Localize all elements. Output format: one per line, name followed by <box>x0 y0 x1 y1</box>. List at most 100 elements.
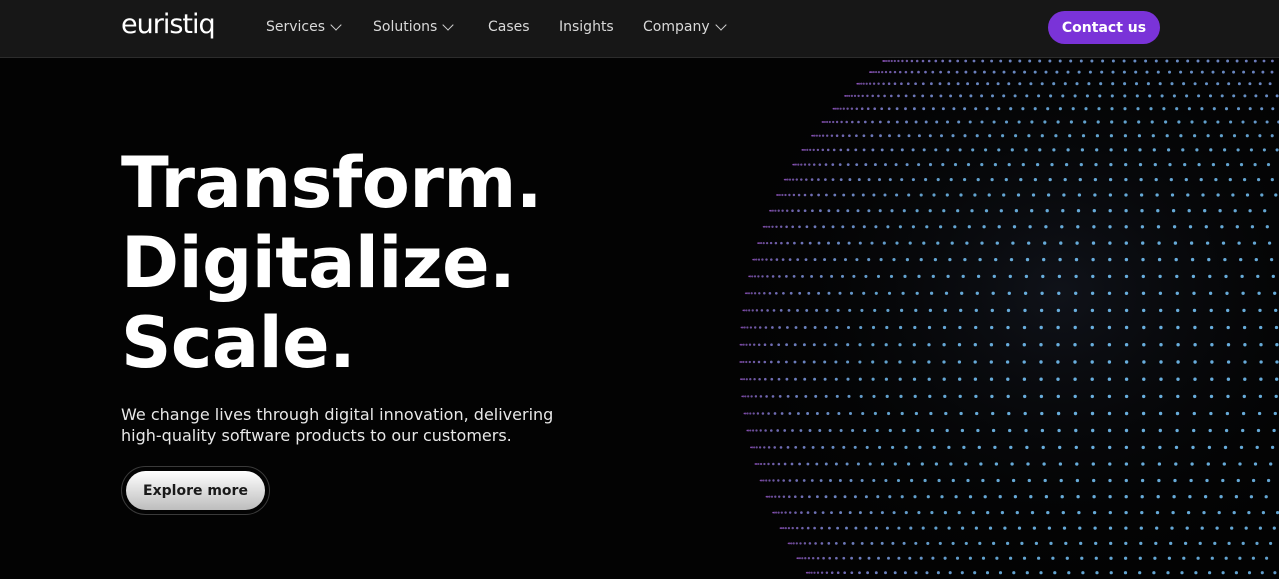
sphere-dot <box>1230 526 1234 530</box>
sphere-dot <box>765 225 768 228</box>
sphere-dot <box>1124 291 1129 295</box>
sphere-dot <box>827 291 831 295</box>
sphere-dot <box>975 291 979 295</box>
sphere-dot <box>1153 556 1157 560</box>
sphere-dot <box>817 178 820 181</box>
sphere-dot <box>857 178 861 182</box>
sphere-dot <box>780 511 783 514</box>
sphere-dot <box>992 120 996 124</box>
sphere-dot <box>966 163 971 167</box>
sphere-dot <box>1073 94 1077 98</box>
sphere-dot <box>1179 134 1183 138</box>
sphere-dot <box>1109 162 1113 167</box>
sphere-dot <box>1124 526 1128 530</box>
sphere-dot <box>795 178 798 181</box>
chevron-down-icon <box>714 18 727 31</box>
sphere-dot <box>1124 241 1128 245</box>
nav-item-services[interactable]: Services <box>266 18 342 35</box>
sphere-dot <box>745 360 748 364</box>
sphere-dot <box>1005 360 1010 364</box>
sphere-dot <box>1042 257 1046 262</box>
sphere-dot <box>782 495 786 498</box>
sphere-dot <box>960 428 965 433</box>
sphere-dot <box>1011 241 1015 245</box>
sphere-dot <box>863 428 867 433</box>
sphere-dot <box>850 556 853 560</box>
sphere-dot <box>862 225 866 229</box>
sphere-dot <box>981 478 985 483</box>
sphere-dot <box>887 107 891 111</box>
sphere-dot <box>838 479 842 482</box>
sphere-dot <box>1015 510 1019 515</box>
sphere-dot <box>761 258 764 261</box>
sphere-dot <box>1108 193 1113 197</box>
sphere-dot <box>1155 193 1159 197</box>
sphere-dot <box>1108 478 1112 483</box>
sphere-dot <box>1006 377 1010 381</box>
sphere-dot <box>862 148 866 152</box>
sphere-dot <box>1208 94 1213 98</box>
sphere-dot <box>1186 193 1190 197</box>
sphere-dot <box>1138 148 1142 152</box>
sphere-dot <box>740 343 743 346</box>
sphere-dot <box>1173 478 1177 483</box>
sphere-dot <box>1111 70 1115 74</box>
sphere-dot <box>805 178 808 181</box>
sphere-dot <box>869 511 873 515</box>
sphere-dot <box>964 462 968 466</box>
sphere-dot <box>956 82 960 86</box>
contact-us-button[interactable]: Contact us <box>1048 11 1160 44</box>
sphere-dot <box>860 107 864 110</box>
sphere-dot <box>856 462 860 466</box>
sphere-dot <box>821 134 825 137</box>
sphere-dot <box>954 495 958 499</box>
sphere-dot <box>871 94 874 98</box>
sphere-dot <box>1236 478 1240 483</box>
sphere-dot <box>997 148 1001 152</box>
sphere-dot <box>842 445 846 449</box>
nav-item-insights[interactable]: Insights <box>559 19 614 35</box>
sphere-dot <box>1193 134 1197 138</box>
nav-item-company[interactable]: Company <box>643 18 727 35</box>
sphere-dot <box>1007 163 1011 167</box>
sphere-dot <box>846 377 850 381</box>
sphere-dot <box>858 343 862 347</box>
sphere-dot <box>888 428 892 433</box>
sphere-dot <box>1090 308 1095 313</box>
sphere-dot <box>811 445 815 449</box>
sphere-dot <box>893 70 897 74</box>
sphere-dot <box>777 209 780 212</box>
sphere-dot <box>1274 308 1278 313</box>
sphere-dot <box>744 395 747 398</box>
sphere-dot <box>1008 59 1012 63</box>
brand-logo[interactable]: euristiq <box>121 9 216 40</box>
nav-item-solutions[interactable]: Solutions <box>373 18 454 35</box>
sphere-dot <box>1031 193 1036 197</box>
sphere-dot <box>1247 571 1252 575</box>
sphere-dot <box>815 462 819 466</box>
dot-sphere-graphic <box>700 58 1279 579</box>
sphere-dot <box>1016 193 1021 197</box>
sphere-dot <box>857 120 860 124</box>
sphere-dot <box>1123 148 1128 152</box>
sphere-dot <box>854 526 858 530</box>
page: euristiq Services Solutions Cases Insigh… <box>0 0 1279 579</box>
sphere-dot <box>1183 541 1188 546</box>
sphere-dot <box>911 148 915 152</box>
sphere-dot <box>1226 308 1230 313</box>
sphere-dot <box>814 542 817 545</box>
sphere-dot <box>959 411 963 416</box>
nav-item-cases[interactable]: Cases <box>488 19 530 35</box>
sphere-dot <box>1219 134 1223 138</box>
explore-more-button[interactable]: Explore more <box>126 471 265 510</box>
sphere-dot <box>1006 308 1011 313</box>
sphere-dot <box>1152 571 1156 575</box>
sphere-dot <box>895 193 899 197</box>
sphere-dot <box>1237 241 1241 245</box>
sphere-dot <box>1076 495 1080 499</box>
sphere-dot <box>802 445 806 449</box>
sphere-dot <box>903 274 907 278</box>
sphere-dot <box>1194 571 1198 575</box>
sphere-dot <box>1044 70 1048 74</box>
sphere-dot <box>759 395 763 398</box>
